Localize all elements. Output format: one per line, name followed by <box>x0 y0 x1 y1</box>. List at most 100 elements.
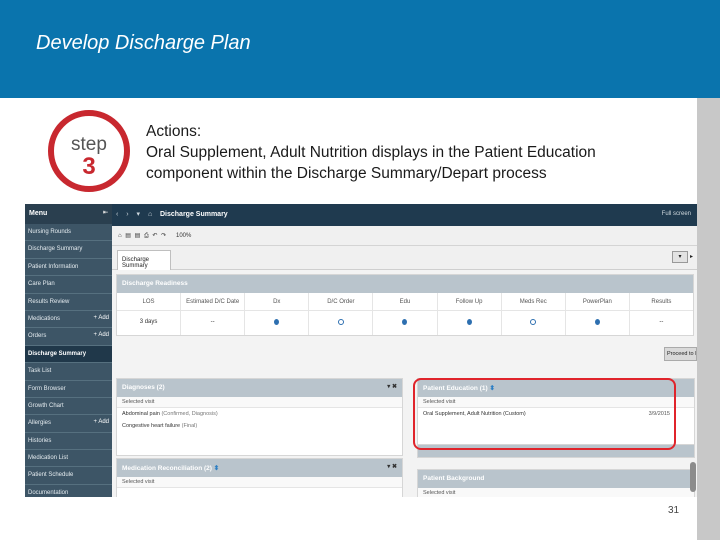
sidebar-item[interactable]: Task List <box>25 363 112 381</box>
sidebar-item[interactable]: Orders + Add <box>25 328 112 346</box>
section-header: Medication Reconciliation (2) ⬍ ▾ ✖ <box>117 459 402 477</box>
readiness-column: Follow Up <box>437 293 502 335</box>
readiness-value[interactable]: -- <box>630 311 693 335</box>
sidebar-item[interactable]: Medication List <box>25 450 112 468</box>
main-panel: ‹ › ▾ ⌂ Discharge Summary Full screen ⌂ … <box>112 204 697 497</box>
sidebar-item[interactable]: Medications + Add <box>25 311 112 329</box>
section-controls-icon[interactable]: ▾ ✖ <box>387 383 397 390</box>
sidebar-item-label: Care Plan <box>28 281 55 288</box>
toolbar-icons[interactable]: ⌂ ▤ ▤ ⎙ ↶ ↷ <box>118 232 167 240</box>
readiness-grid: LOS 3 days Estimated D/C Date -- Dx D/C Order… <box>117 293 693 335</box>
section-controls-icon[interactable]: ▾ ✖ <box>387 463 397 470</box>
sidebar-item-label: Medications <box>28 315 61 322</box>
options-button[interactable]: ▾ <box>671 251 688 263</box>
readiness-value[interactable] <box>373 311 436 335</box>
sidebar-item[interactable]: Documentation <box>25 485 112 497</box>
readiness-column: LOS 3 days <box>117 293 182 335</box>
selected-visit-label[interactable]: Selected visit <box>117 397 402 408</box>
toolbar: ⌂ ▤ ▤ ⎙ ↶ ↷ 100% <box>112 226 697 246</box>
sidebar-item[interactable]: Discharge Summary <box>25 345 112 364</box>
tab-tools: ▾ ▸ <box>671 251 693 263</box>
zoom-level[interactable]: 100% <box>176 233 191 239</box>
status-complete-icon <box>402 319 408 325</box>
step-3-icon: step 3 <box>48 110 130 192</box>
medication-reconciliation-section: Medication Reconciliation (2) ⬍ ▾ ✖ Sele… <box>116 458 403 497</box>
readiness-header: D/C Order <box>309 293 373 311</box>
pin-icon[interactable]: ⇤ <box>103 209 108 216</box>
add-button[interactable]: + Add <box>93 332 109 338</box>
discharge-readiness-section: Discharge Readiness LOS 3 days Estimated D… <box>116 274 694 336</box>
diagnosis-name: Abdominal pain <box>122 411 160 417</box>
readiness-value[interactable] <box>438 311 501 335</box>
sidebar-item-label: Histories <box>28 437 52 444</box>
readiness-value[interactable] <box>502 311 565 335</box>
sidebar-item-label: Medication List <box>28 455 69 462</box>
selected-visit-label[interactable]: Selected visit <box>117 477 402 488</box>
section-title: Patient Background <box>423 475 485 482</box>
readiness-value[interactable]: 3 days <box>117 311 180 335</box>
nav-arrows-icon[interactable]: ‹ › ▾ ⌂ <box>116 210 155 218</box>
readiness-value[interactable] <box>309 311 372 335</box>
step-number: 3 <box>82 153 95 180</box>
status-pending-icon <box>530 319 537 325</box>
title-banner: Develop Discharge Plan <box>0 0 720 98</box>
selected-visit-label[interactable]: Selected visit <box>418 488 694 497</box>
diagnosis-detail: (Confirmed, Diagnosis) <box>161 411 218 417</box>
sidebar-item[interactable]: Form Browser <box>25 381 112 398</box>
readiness-value[interactable] <box>566 311 629 335</box>
top-bar: ‹ › ▾ ⌂ Discharge Summary Full screen <box>112 204 697 226</box>
sidebar-item-label: Patient Information <box>28 263 79 270</box>
readiness-value[interactable] <box>245 311 308 335</box>
scrollbar-thumb[interactable] <box>690 462 696 492</box>
sidebar-item[interactable]: Growth Chart <box>25 398 112 416</box>
status-complete-icon <box>594 319 600 325</box>
readiness-header: Edu <box>373 293 437 311</box>
side-strip <box>697 98 720 540</box>
tab-discharge-summary[interactable]: Discharge Summary <box>117 250 171 270</box>
sidebar-item[interactable]: Care Plan <box>25 276 112 294</box>
sort-arrow-icon[interactable]: ⬍ <box>214 465 219 472</box>
sidebar-item[interactable]: Nursing Rounds <box>25 224 112 242</box>
proceed-button[interactable]: Proceed to Discharge <box>664 347 697 361</box>
page-number: 31 <box>668 505 680 516</box>
page-title: Discharge Summary <box>160 211 228 218</box>
readiness-header: LOS <box>117 293 181 311</box>
readiness-column: D/C Order <box>309 293 374 335</box>
actions-heading: Actions: <box>146 123 202 140</box>
readiness-column: PowerPlan <box>565 293 630 335</box>
section-title: Medication Reconciliation (2) <box>122 465 212 472</box>
actions-text: Actions: Oral Supplement, Adult Nutritio… <box>146 121 686 184</box>
sidebar-item[interactable]: Histories <box>25 433 112 451</box>
sidebar-item[interactable]: Patient Information <box>25 259 112 277</box>
section-header: Patient Background <box>418 470 694 488</box>
readiness-column: Edu <box>373 293 438 335</box>
sidebar-item[interactable]: Discharge Summary <box>25 241 112 259</box>
readiness-value[interactable]: -- <box>181 311 244 335</box>
sidebar-item-label: Discharge Summary <box>28 350 87 357</box>
more-icon[interactable]: ▸ <box>690 254 693 260</box>
section-title: Diagnoses (2) <box>122 384 165 391</box>
add-button[interactable]: + Add <box>93 419 109 425</box>
sidebar-item-label: Results Review <box>28 298 70 305</box>
sidebar-item-label: Task List <box>28 368 52 375</box>
diagnosis-row[interactable]: Congestive heart failure (Final) <box>117 420 402 432</box>
status-complete-icon <box>274 319 280 325</box>
sidebar-item-label: Nursing Rounds <box>28 229 72 235</box>
readiness-header: Dx <box>245 293 309 311</box>
full-screen-button[interactable]: Full screen <box>662 211 691 217</box>
actions-line-1: Oral Supplement, Adult Nutrition display… <box>146 144 596 161</box>
add-button[interactable]: + Add <box>93 315 109 321</box>
menu-title: Menu <box>29 210 48 217</box>
sidebar-item[interactable]: Results Review <box>25 294 112 311</box>
sidebar-item[interactable]: Patient Schedule <box>25 467 112 485</box>
diagnosis-row[interactable]: Abdominal pain (Confirmed, Diagnosis) <box>117 408 402 420</box>
actions-line-2: component within the Discharge Summary/D… <box>146 165 547 182</box>
readiness-column: Dx <box>245 293 310 335</box>
readiness-header: Meds Rec <box>501 293 565 311</box>
status-complete-icon <box>466 319 472 325</box>
readiness-header: Estimated D/C Date <box>181 293 245 311</box>
status-pending-icon <box>337 319 344 325</box>
readiness-header: Results <box>629 293 693 311</box>
sidebar-item[interactable]: Allergies + Add <box>25 415 112 433</box>
readiness-header: Follow Up <box>437 293 501 311</box>
